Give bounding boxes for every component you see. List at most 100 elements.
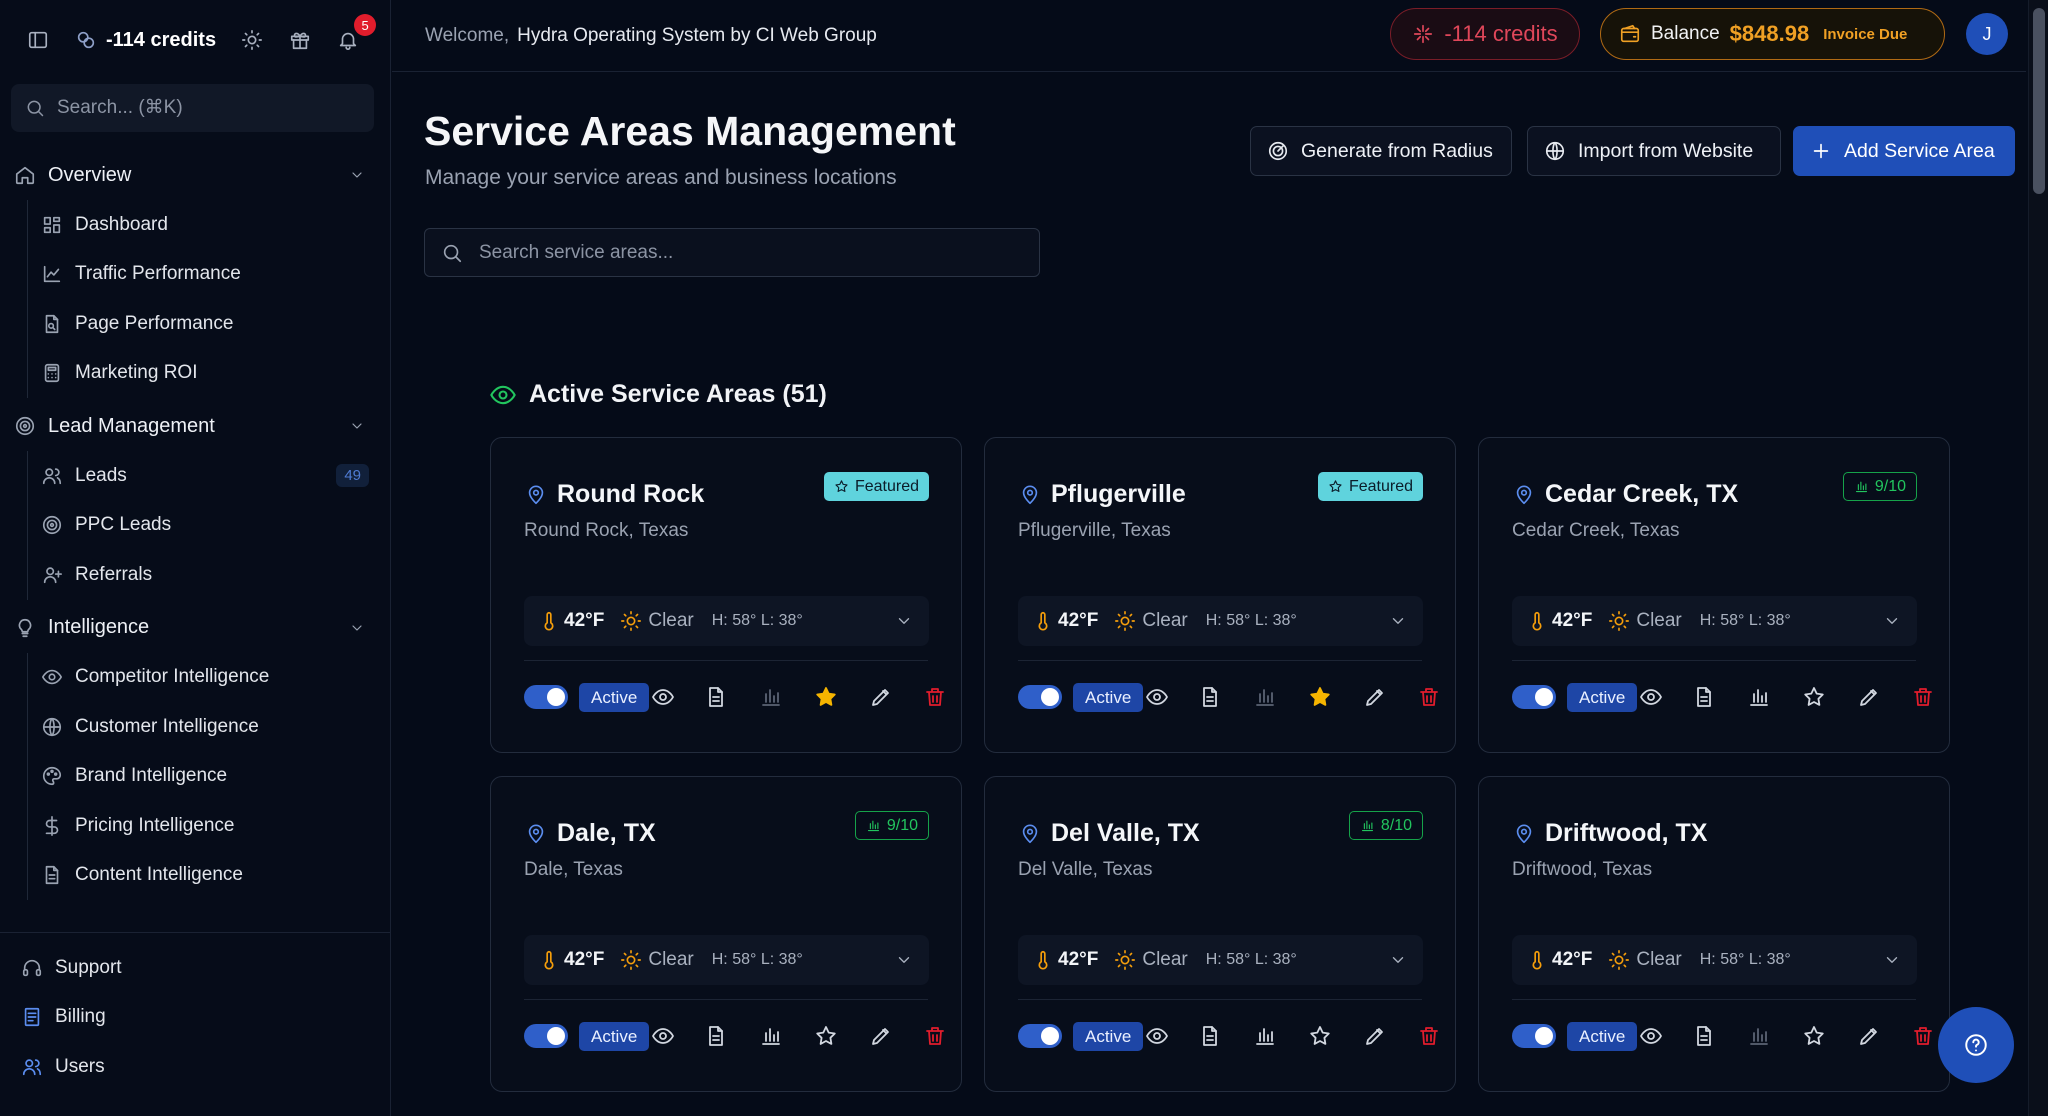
sidebar-item-marketing-roi[interactable]: Marketing ROI [41,349,391,399]
weather-panel[interactable]: 42°F Clear H: 58° L: 38° [1512,596,1917,646]
sidebar-item-brand-intelligence[interactable]: Brand Intelligence [41,752,391,802]
page-scrollbar[interactable] [2028,0,2048,1116]
details-button[interactable] [1692,1024,1716,1048]
chevron-down-icon[interactable] [1389,951,1407,969]
service-area-card[interactable]: Pflugerville Pflugerville, Texas Feature… [984,437,1456,753]
details-button[interactable] [704,685,728,709]
sidebar-item-dashboard[interactable]: Dashboard [41,200,391,250]
active-toggle[interactable] [524,685,568,709]
edit-button[interactable] [1363,685,1387,709]
chevron-down-icon[interactable] [1389,612,1407,630]
details-button[interactable] [704,1024,728,1048]
help-button[interactable] [1938,1007,2014,1083]
edit-button[interactable] [869,685,893,709]
active-toggle[interactable] [524,1024,568,1048]
feature-star-button[interactable] [814,685,838,709]
service-area-search[interactable] [424,228,1040,277]
sidebar-search[interactable] [11,84,374,132]
weather-condition: Clear [648,949,694,970]
edit-button[interactable] [869,1024,893,1048]
sun-icon[interactable] [238,26,266,54]
sidebar-item-billing[interactable]: Billing [0,993,391,1043]
sidebar-item-competitor-intelligence[interactable]: Competitor Intelligence [41,653,391,703]
sidebar-item-page-performance[interactable]: Page Performance [41,299,391,349]
import-from-website-button[interactable]: Import from Website [1527,126,1781,176]
service-area-card[interactable]: Driftwood, TX Driftwood, Texas 42°F Clea… [1478,776,1950,1092]
sidebar-item-traffic-performance[interactable]: Traffic Performance [41,250,391,300]
delete-button[interactable] [923,1024,947,1048]
notifications-button[interactable]: 5 [334,14,377,54]
thermometer-icon [1532,950,1542,970]
credits-pill[interactable]: -114 credits [1390,8,1580,60]
section-intelligence[interactable]: Intelligence [0,608,391,648]
weather-panel[interactable]: 42°F Clear H: 58° L: 38° [1512,935,1917,985]
feature-star-button[interactable] [1308,1024,1332,1048]
add-service-area-button[interactable]: Add Service Area [1793,126,2015,176]
feature-star-button[interactable] [1802,1024,1826,1048]
service-area-search-input[interactable] [479,241,1019,264]
score-badge: 9/10 [1842,472,1917,501]
service-area-card[interactable]: Dale, TX Dale, Texas 9/10 42°F Clear H: … [490,776,962,1092]
details-button[interactable] [1692,685,1716,709]
delete-button[interactable] [1417,685,1441,709]
edit-button[interactable] [1857,685,1881,709]
view-button[interactable] [1639,685,1663,709]
gift-icon[interactable] [286,26,314,54]
analytics-button[interactable] [1747,685,1771,709]
weather-panel[interactable]: 42°F Clear H: 58° L: 38° [524,596,929,646]
delete-button[interactable] [1417,1024,1441,1048]
service-area-card[interactable]: Round Rock Round Rock, Texas Featured 42… [490,437,962,753]
sidebar-item-support[interactable]: Support [0,943,391,993]
view-button[interactable] [1145,685,1169,709]
feature-star-button[interactable] [814,1024,838,1048]
edit-button[interactable] [1363,1024,1387,1048]
delete-button[interactable] [1911,685,1935,709]
delete-button[interactable] [923,685,947,709]
chevron-down-icon[interactable] [895,951,913,969]
feature-star-button[interactable] [1802,685,1826,709]
active-toggle[interactable] [1512,1024,1556,1048]
details-button[interactable] [1198,1024,1222,1048]
view-button[interactable] [1639,1024,1663,1048]
sidebar-search-input[interactable] [57,97,357,119]
credits-indicator[interactable]: -114 credits [72,26,216,54]
sidebar-item-ppc-leads[interactable]: PPC Leads [41,501,391,551]
chevron-down-icon[interactable] [895,612,913,630]
analytics-button[interactable] [1253,685,1277,709]
feature-star-button[interactable] [1308,685,1332,709]
analytics-button[interactable] [1747,1024,1771,1048]
view-button[interactable] [1145,1024,1169,1048]
sidebar-item-content-intelligence[interactable]: Content Intelligence [41,851,391,901]
active-toggle[interactable] [1018,685,1062,709]
sidebar-toggle-icon[interactable] [24,26,52,54]
sidebar-item-pricing-intelligence[interactable]: Pricing Intelligence [41,801,391,851]
balance-pill[interactable]: Balance $848.98 Invoice Due [1600,8,1945,60]
section-lead-management[interactable]: Lead Management [0,406,391,446]
analytics-button[interactable] [759,685,783,709]
sidebar-item-leads[interactable]: Leads 49 [41,451,391,501]
service-area-card[interactable]: Cedar Creek, TX Cedar Creek, Texas 9/10 … [1478,437,1950,753]
analytics-button[interactable] [759,1024,783,1048]
delete-button[interactable] [1911,1024,1935,1048]
view-button[interactable] [651,685,675,709]
scrollbar-thumb[interactable] [2033,8,2045,194]
eye-icon [1146,689,1168,705]
active-toggle[interactable] [1512,685,1556,709]
details-button[interactable] [1198,685,1222,709]
weather-panel[interactable]: 42°F Clear H: 58° L: 38° [524,935,929,985]
edit-button[interactable] [1857,1024,1881,1048]
chevron-down-icon[interactable] [1883,951,1901,969]
section-overview[interactable]: Overview [0,155,391,195]
analytics-button[interactable] [1253,1024,1277,1048]
view-button[interactable] [651,1024,675,1048]
sidebar-item-customer-intelligence[interactable]: Customer Intelligence [41,702,391,752]
sidebar-item-referrals[interactable]: Referrals [41,550,391,600]
chevron-down-icon[interactable] [1883,612,1901,630]
active-toggle[interactable] [1018,1024,1062,1048]
service-area-card[interactable]: Del Valle, TX Del Valle, Texas 8/10 42°F… [984,776,1456,1092]
generate-from-radius-button[interactable]: Generate from Radius [1250,126,1512,176]
weather-panel[interactable]: 42°F Clear H: 58° L: 38° [1018,596,1423,646]
avatar[interactable]: J [1966,13,2008,55]
weather-panel[interactable]: 42°F Clear H: 58° L: 38° [1018,935,1423,985]
sidebar-item-users[interactable]: Users [0,1042,391,1092]
